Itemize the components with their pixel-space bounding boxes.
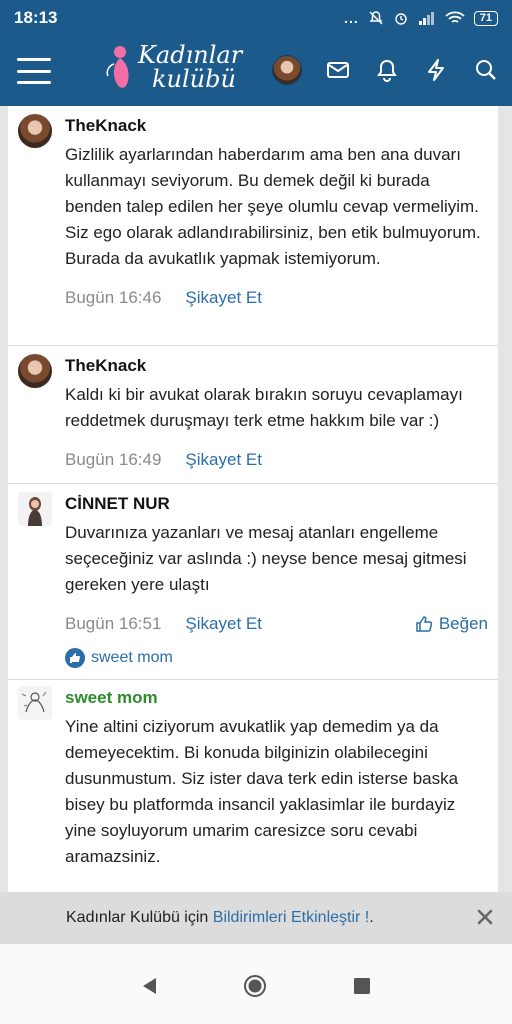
- comment-meta: Bugün 16:46 Şikayet Et: [65, 288, 488, 308]
- comment-text: Gizlilik ayarlarından haberdarım ama ben…: [65, 145, 481, 268]
- battery-indicator: 71: [473, 10, 498, 26]
- recent-apps-icon[interactable]: [350, 974, 374, 998]
- avatar[interactable]: [18, 354, 52, 388]
- back-icon[interactable]: [137, 974, 161, 998]
- comment-time[interactable]: Bugün 16:51: [65, 614, 161, 634]
- comment-text: Kaldı ki bir avukat olarak bırakın soruy…: [65, 385, 463, 430]
- avatar[interactable]: [18, 492, 52, 526]
- user-avatar[interactable]: [272, 55, 302, 85]
- more-dots-icon: ...: [344, 10, 359, 26]
- comment-author[interactable]: sweet mom: [65, 688, 488, 708]
- menu-icon[interactable]: [17, 58, 51, 84]
- notification-banner: Kadınlar Kulübü için Bildirimleri Etkinl…: [0, 892, 512, 944]
- report-link[interactable]: Şikayet Et: [185, 450, 262, 470]
- status-icons: ... 71: [344, 10, 498, 26]
- comment-feed[interactable]: TheKnack Gizlilik ayarlarından haberdarı…: [0, 106, 512, 892]
- mail-icon[interactable]: [324, 56, 352, 84]
- alarm-icon: [395, 13, 407, 25]
- comment-author[interactable]: CİNNET NUR: [65, 494, 488, 514]
- status-time: 18:13: [14, 8, 58, 27]
- like-button[interactable]: Beğen: [415, 614, 488, 634]
- comment-meta: Bugün 16:49 Şikayet Et: [65, 450, 488, 470]
- mute-icon: [369, 11, 383, 25]
- bell-icon[interactable]: [373, 56, 401, 84]
- comment-author[interactable]: TheKnack: [65, 116, 488, 136]
- app-header: Kadınlar kulübü: [0, 36, 512, 106]
- comment-meta: Bugün 16:51 Şikayet Et Beğen: [65, 614, 488, 634]
- avatar[interactable]: [18, 114, 52, 148]
- reaction-summary[interactable]: sweet mom: [65, 648, 488, 668]
- comment-author[interactable]: TheKnack: [65, 356, 488, 376]
- site-logo[interactable]: Kadınlar kulübü: [104, 42, 242, 92]
- close-icon[interactable]: [474, 906, 496, 928]
- reaction-user: sweet mom: [91, 649, 173, 666]
- enable-notifications-link[interactable]: Bildirimleri Etkinleştir !: [213, 909, 369, 926]
- comment-list: TheKnack Gizlilik ayarlarından haberdarı…: [8, 106, 498, 892]
- like-badge-icon: [65, 648, 85, 668]
- thumbs-up-icon: [416, 616, 433, 632]
- wifi-icon: [445, 11, 465, 23]
- comment-text: Yine altini ciziyorum avukatlik yap deme…: [65, 717, 459, 866]
- comment-item: sweet mom Yine altini ciziyorum avukatli…: [8, 680, 498, 892]
- home-icon[interactable]: [243, 974, 267, 998]
- report-link[interactable]: Şikayet Et: [185, 288, 262, 308]
- logo-figure-icon: [104, 42, 134, 92]
- search-icon[interactable]: [472, 56, 500, 84]
- report-link[interactable]: Şikayet Et: [185, 614, 262, 634]
- comment-item: CİNNET NUR Duvarınıza yazanları ve mesaj…: [8, 484, 498, 680]
- comment-time[interactable]: Bugün 16:49: [65, 450, 161, 470]
- comment-time[interactable]: Bugün 16:46: [65, 288, 161, 308]
- signal-icon: [418, 12, 434, 25]
- comment-item: TheKnack Gizlilik ayarlarından haberdarı…: [8, 106, 498, 346]
- comment-item: TheKnack Kaldı ki bir avukat olarak bıra…: [8, 346, 498, 484]
- lightning-icon[interactable]: [422, 56, 450, 84]
- comment-text: Duvarınıza yazanları ve mesaj atanları e…: [65, 523, 467, 594]
- avatar[interactable]: [18, 686, 52, 720]
- logo-text: Kadınlar kulübü: [138, 41, 243, 93]
- system-nav-bar: [0, 944, 512, 1024]
- like-label: Beğen: [438, 614, 488, 633]
- notification-text: Kadınlar Kulübü için Bildirimleri Etkinl…: [66, 909, 374, 926]
- status-bar: 18:13 ... 71: [0, 0, 512, 36]
